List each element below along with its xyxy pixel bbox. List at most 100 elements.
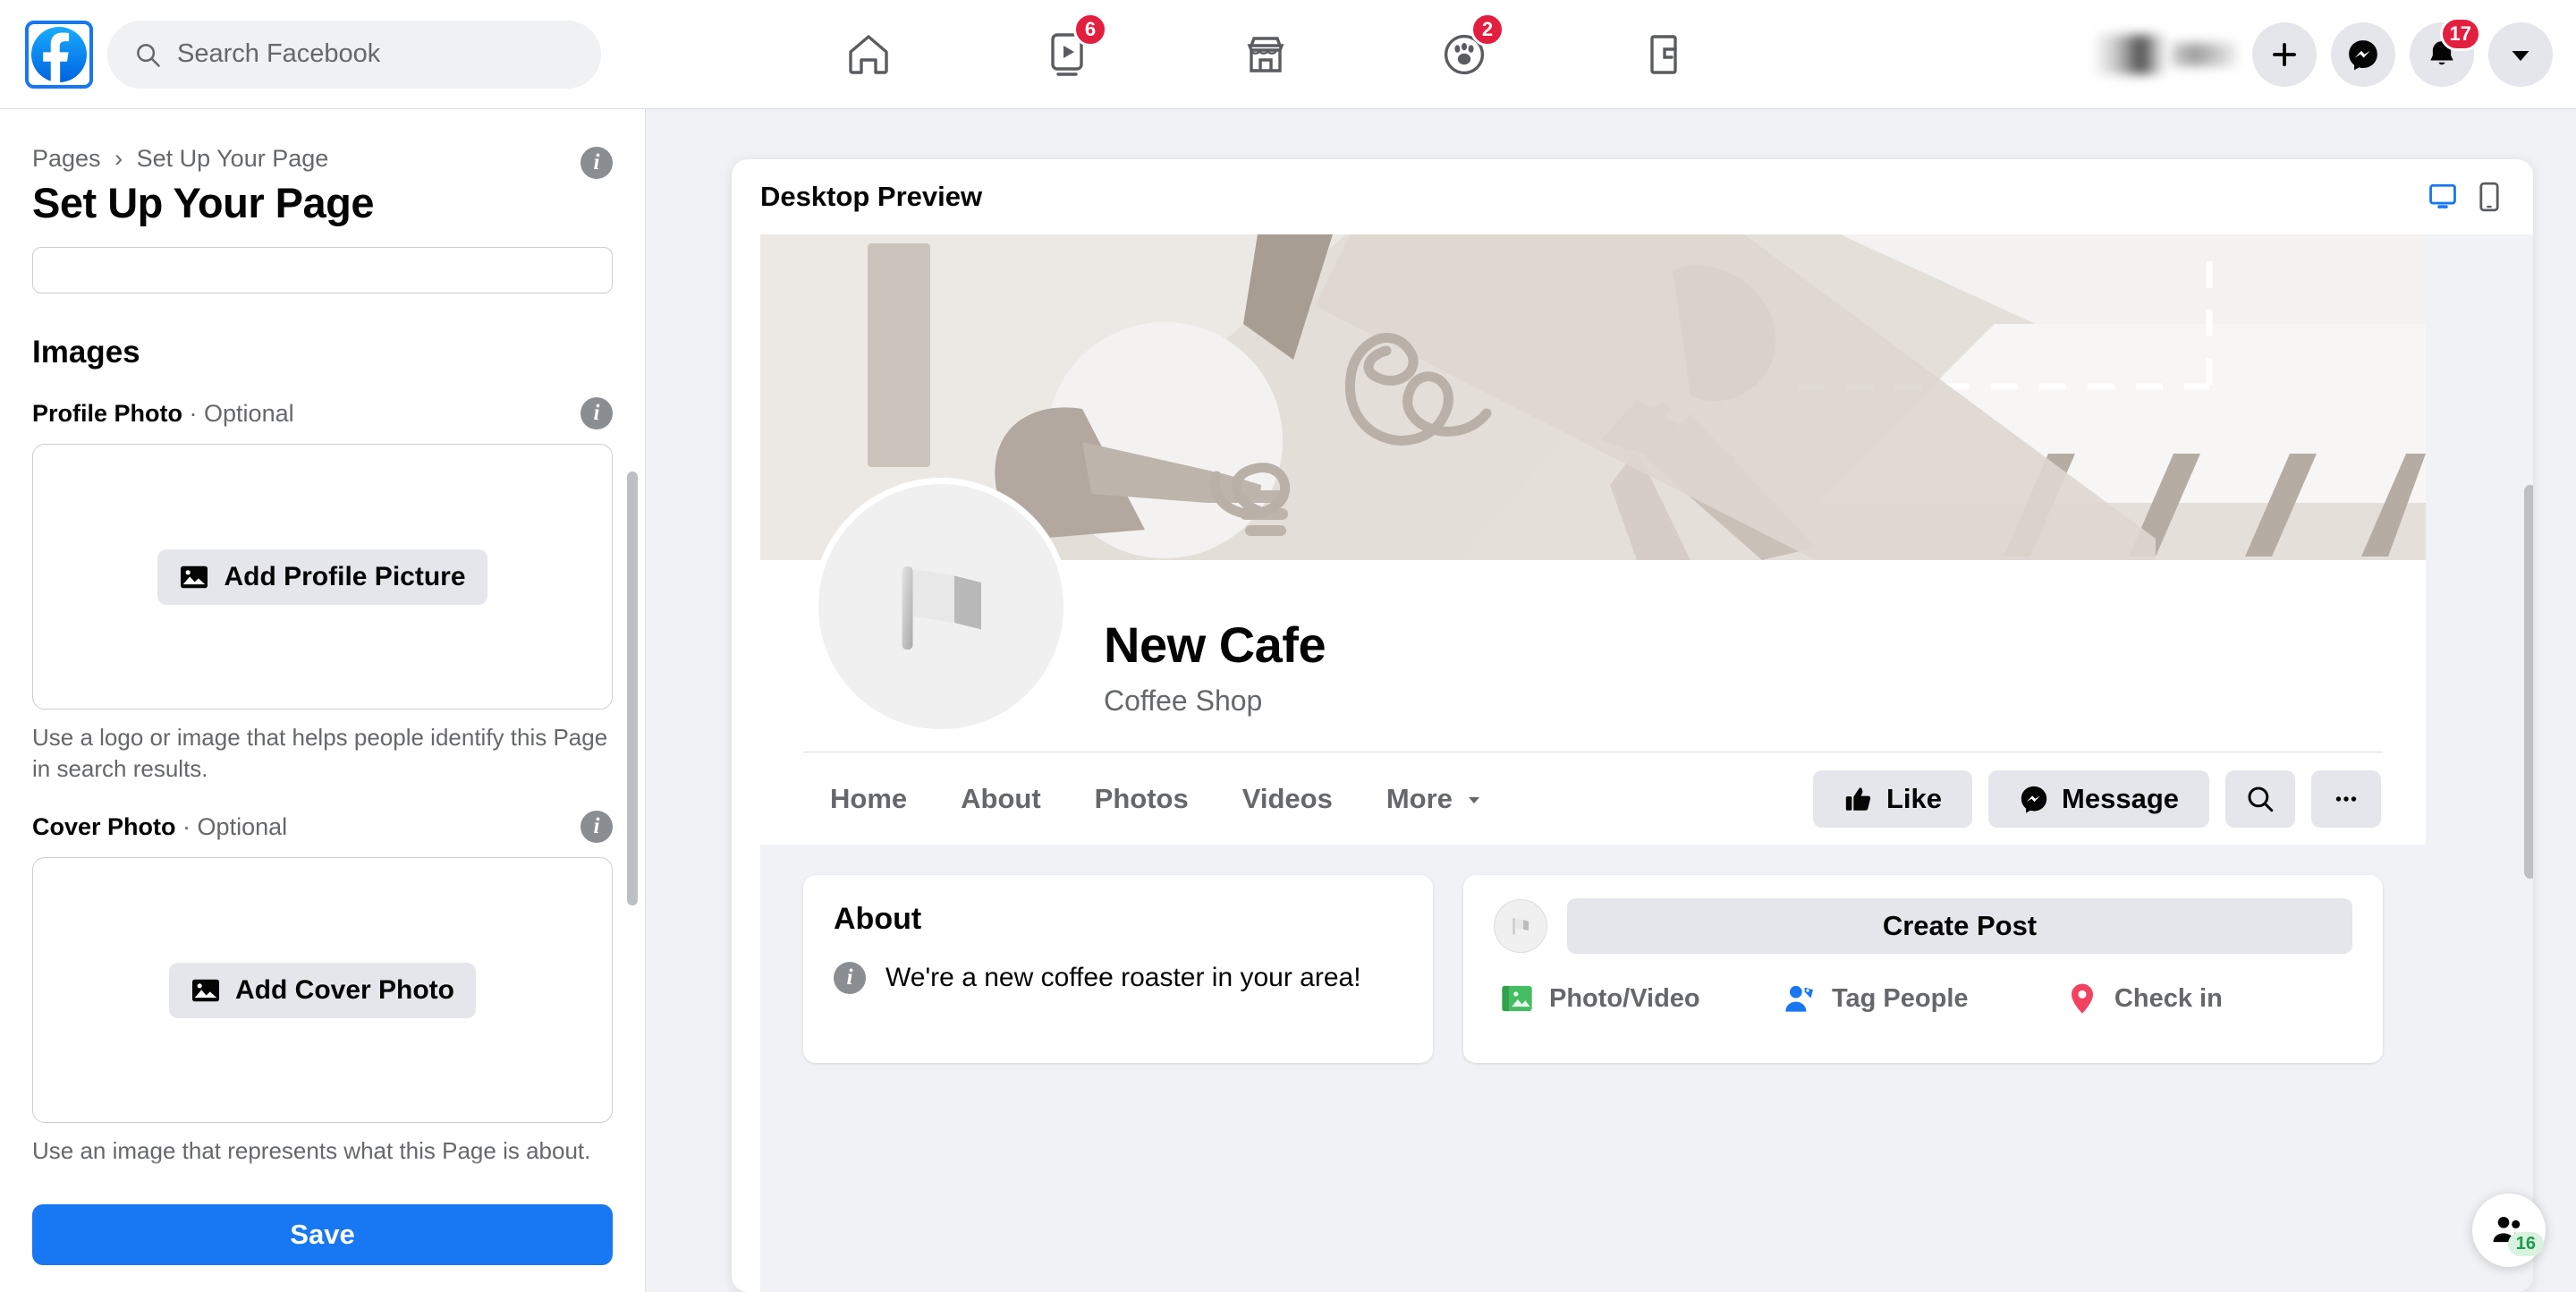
nav-right-group: 17 (2097, 0, 2553, 109)
flag-placeholder-icon (1513, 918, 1529, 935)
page-identity-section: New Cafe Coffee Shop Home About Photos V… (760, 478, 2426, 845)
page-tab-more-label: More (1385, 782, 1453, 814)
page-avatar[interactable] (812, 478, 1070, 735)
chevron-down-icon (1468, 796, 1479, 803)
preview-scrollbar[interactable] (2524, 485, 2533, 879)
tag-people-icon (1785, 985, 1813, 1012)
photo-video-icon (1502, 985, 1532, 1012)
sidebar-scroll-region[interactable]: Pages › Set Up Your Page Set Up Your Pag… (0, 109, 645, 1183)
nav-left-group: Search Facebook (0, 20, 601, 89)
mobile-icon[interactable] (2478, 182, 2501, 212)
add-profile-picture-button[interactable]: Add Profile Picture (157, 548, 487, 605)
breadcrumb-current: Set Up Your Page (136, 145, 329, 172)
device-toggle-group (2428, 182, 2501, 212)
page-tab-photos[interactable]: Photos (1068, 783, 1216, 815)
tag-people-button[interactable]: Tag People (1782, 981, 2064, 1016)
page-content-cards: About i We're a new coffee roaster in yo… (760, 845, 2426, 1106)
notifications-button[interactable]: 17 (2410, 17, 2481, 87)
like-button-label: Like (1886, 782, 1943, 814)
nav-tab-video[interactable]: 6 (968, 5, 1166, 104)
check-in-button[interactable]: Check in (2064, 981, 2347, 1016)
messenger-icon (2021, 786, 2047, 813)
page-name-input[interactable] (32, 247, 613, 293)
like-button[interactable]: Like (1813, 769, 1973, 828)
fake-page: New Cafe Coffee Shop Home About Photos V… (760, 234, 2426, 1106)
save-button[interactable]: Save (32, 1204, 613, 1265)
profile-photo-helper: Use a logo or image that helps people id… (32, 724, 608, 782)
about-card-title: About (834, 902, 922, 936)
marketplace-store-icon (1247, 37, 1284, 72)
create-post-row: Create Post (1494, 898, 2352, 954)
desktop-icon[interactable] (2428, 182, 2458, 212)
preview-card: Desktop Preview New Cafe Coffee Shop Hom… (732, 159, 2533, 1292)
page-title: Set Up Your Page (32, 179, 375, 226)
profile-photo-separator: · (189, 399, 198, 427)
nav-tab-groups[interactable]: 2 (1365, 5, 1563, 104)
profile-photo-label-text: Profile Photo (32, 399, 182, 427)
message-button[interactable]: Message (1988, 769, 2209, 828)
sidebar-scrollbar[interactable] (627, 472, 638, 905)
add-profile-picture-label: Add Profile Picture (224, 561, 466, 591)
photo-video-label: Photo/Video (1549, 983, 1700, 1013)
breadcrumb: Pages › Set Up Your Page (32, 109, 374, 173)
profile-photo-optional: Optional (204, 399, 294, 427)
image-icon (181, 565, 208, 588)
sidebar-footer: Save (0, 1183, 645, 1292)
profile-photo-dropzone[interactable]: Add Profile Picture (32, 444, 613, 710)
masked-name-block-2 (2172, 43, 2238, 66)
page-tabs: Home About Photos Videos More (803, 783, 1512, 815)
info-icon[interactable]: i (580, 147, 613, 179)
account-menu-button[interactable] (2488, 22, 2553, 87)
nav-badge-video: 6 (1073, 13, 1107, 47)
cover-photo-label: Cover Photo · Optional (32, 813, 287, 841)
setup-sidebar: Pages › Set Up Your Page Set Up Your Pag… (0, 109, 646, 1292)
nav-tab-gaming[interactable] (1563, 5, 1762, 104)
add-cover-photo-label: Add Cover Photo (235, 974, 454, 1005)
info-icon[interactable]: i (580, 397, 613, 429)
create-post-card: Create Post Photo/Video Tag People Check… (1463, 875, 2383, 1063)
nav-tab-home[interactable] (769, 5, 968, 104)
cover-photo-label-row: Cover Photo · Optional i (32, 811, 613, 844)
search-input[interactable]: Search Facebook (107, 20, 601, 89)
masked-name-block-1 (2097, 35, 2165, 74)
create-button[interactable] (2252, 22, 2317, 87)
facebook-logo-button[interactable] (25, 20, 93, 89)
cover-photo-dropzone[interactable]: Add Cover Photo (32, 857, 613, 1124)
create-post-input[interactable]: Create Post (1567, 898, 2352, 954)
check-in-label: Check in (2114, 983, 2223, 1013)
profile-photo-label: Profile Photo · Optional (32, 400, 294, 428)
plus-icon (2273, 43, 2296, 66)
page-tab-about[interactable]: About (934, 783, 1068, 815)
nav-tab-marketplace[interactable] (1166, 5, 1365, 104)
ellipsis-icon (2335, 795, 2357, 802)
breadcrumb-root[interactable]: Pages (32, 145, 101, 172)
photo-video-button[interactable]: Photo/Video (1499, 981, 1782, 1016)
thumbs-up-icon (1845, 786, 1871, 811)
preview-header: Desktop Preview (732, 159, 2533, 234)
preview-viewport[interactable]: New Cafe Coffee Shop Home About Photos V… (760, 234, 2533, 1292)
contacts-button[interactable]: 16 (2472, 1194, 2546, 1267)
flag-placeholder-icon (902, 566, 981, 650)
cover-photo-optional: Optional (197, 812, 288, 840)
page-search-button[interactable] (2225, 769, 2295, 828)
page-more-options-button[interactable] (2311, 769, 2381, 828)
breadcrumb-separator: › (114, 145, 123, 172)
nav-badge-groups: 2 (1470, 13, 1504, 47)
messenger-button[interactable] (2331, 22, 2395, 87)
facebook-logo-icon (31, 26, 87, 82)
account-name-masked[interactable] (2097, 35, 2238, 74)
page-tab-home[interactable]: Home (803, 783, 934, 815)
sidebar-heading-group: Pages › Set Up Your Page Set Up Your Pag… (32, 109, 375, 227)
page-tab-videos[interactable]: Videos (1216, 783, 1360, 815)
location-pin-icon (2071, 983, 2093, 1014)
page-tab-more[interactable]: More (1360, 783, 1512, 815)
home-icon (849, 35, 888, 74)
profile-photo-label-row: Profile Photo · Optional i (32, 397, 613, 429)
cover-photo-label-text: Cover Photo (32, 812, 176, 840)
search-icon (137, 43, 160, 67)
messenger-icon (2349, 40, 2377, 71)
add-cover-photo-button[interactable]: Add Cover Photo (169, 962, 476, 1018)
info-icon[interactable]: i (580, 811, 613, 844)
cover-photo-separator: · (182, 812, 191, 840)
image-icon (192, 979, 219, 1001)
